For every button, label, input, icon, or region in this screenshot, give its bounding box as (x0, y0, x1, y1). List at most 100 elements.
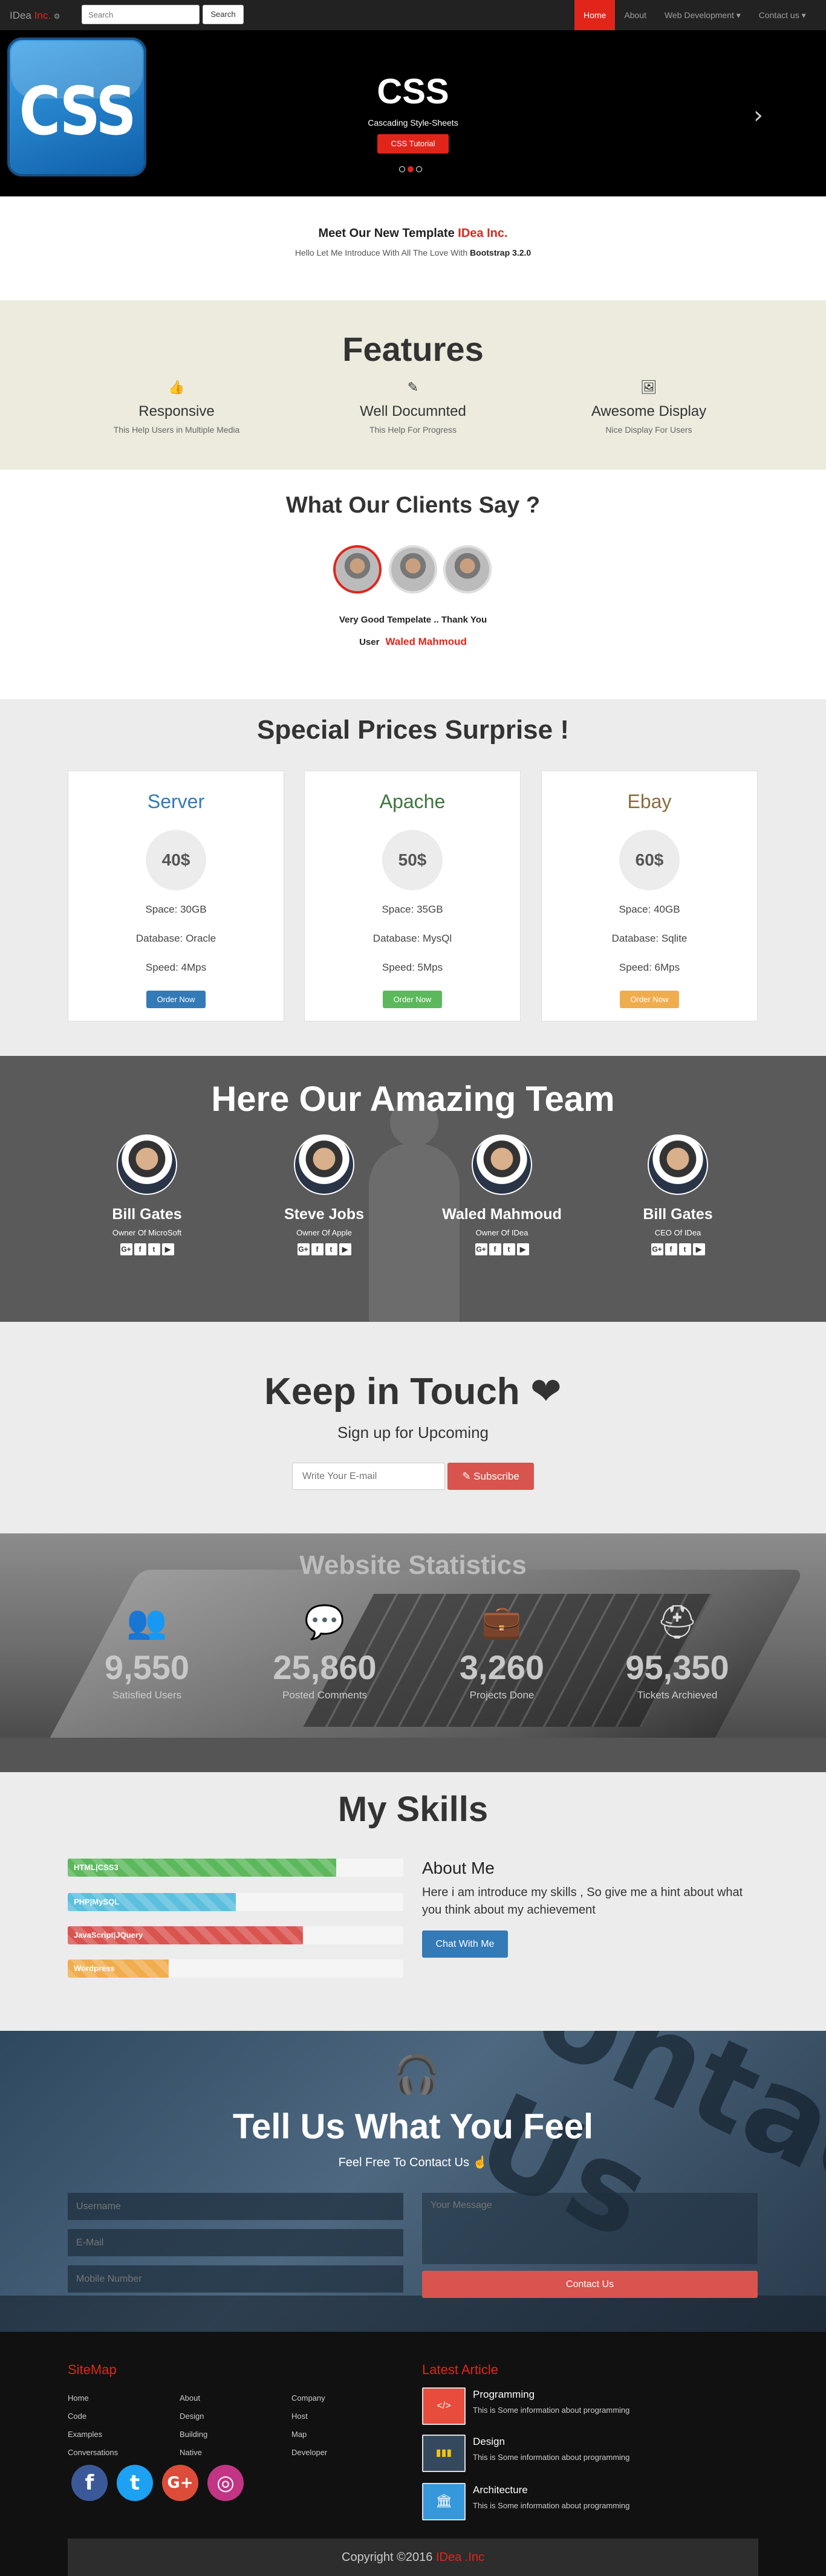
member-role: Owner Of Apple (296, 1228, 352, 1237)
avatar (294, 1134, 354, 1195)
youtube-icon[interactable]: ▶ (516, 1243, 529, 1255)
mobile-number-field[interactable] (68, 2265, 403, 2293)
youtube-icon[interactable]: ▶ (339, 1243, 351, 1255)
facebook-icon[interactable]: f (134, 1243, 146, 1255)
plan-database: Database: Sqlite (611, 933, 688, 944)
footer-link[interactable]: Examples (68, 2430, 118, 2448)
client-avatar[interactable] (389, 545, 437, 594)
plan-database: Database: Oracle (135, 933, 216, 944)
sitemap-title: SiteMap (68, 2362, 117, 2377)
carousel-dot[interactable] (399, 166, 405, 172)
youtube-icon[interactable]: ▶ (161, 1243, 174, 1255)
footer-link[interactable]: Map (291, 2430, 327, 2448)
skill-bar: Wordpress (68, 1960, 403, 1978)
article-item[interactable]: 🏛 Architecture This is Some information … (422, 2483, 785, 2520)
order-now-button[interactable]: Order Now (146, 991, 206, 1008)
stat-item: 💼 3,260 Projects Done (423, 1603, 580, 1701)
footer-link[interactable]: About (180, 2393, 207, 2412)
chevron-right-icon[interactable]: › (753, 102, 763, 129)
skill-bar: HTML|CSS3 (68, 1859, 403, 1877)
facebook-icon[interactable]: f (71, 2465, 108, 2501)
article-title: Design (473, 2436, 505, 2447)
chat-with-me-button[interactable]: Chat With Me (422, 1930, 508, 1958)
email-field[interactable] (292, 1463, 445, 1490)
feature-responsive: 👍 Responsive This Help Users in Multiple… (74, 380, 279, 435)
message-field[interactable] (422, 2193, 758, 2264)
footer-link[interactable]: Company (291, 2393, 327, 2412)
contact-section: ontact Us 🎧 Tell Us What You Feel Feel Fr… (0, 2031, 826, 2332)
twitter-icon[interactable]: t (678, 1243, 691, 1255)
member-role: Owner Of MicroSoft (112, 1228, 182, 1237)
nav-item-home[interactable]: Home (574, 0, 616, 30)
facebook-icon[interactable]: f (665, 1243, 677, 1255)
twitter-icon[interactable]: t (117, 2465, 153, 2501)
navbar: IDea Inc. ⚙ Search Home About Web Develo… (0, 0, 826, 30)
carousel-dot[interactable] (416, 166, 422, 172)
facebook-icon[interactable]: f (311, 1243, 324, 1255)
css-tutorial-button[interactable]: CSS Tutorial (377, 134, 449, 154)
feature-text: This Help Users in Multiple Media (113, 425, 240, 435)
article-item[interactable]: ▮▮▮ Design This is Some information abou… (422, 2435, 785, 2472)
testimonial-author: User Waled Mahmoud (359, 636, 467, 647)
footer-link[interactable]: Developer (291, 2448, 327, 2466)
pricing-card-ebay: Ebay 60$ Space: 40GB Database: Sqlite Sp… (541, 771, 758, 1021)
comments-icon: 💬 (304, 1603, 345, 1641)
newsletter-title: Keep in Touch ❤ (264, 1369, 562, 1413)
email-field[interactable] (68, 2229, 403, 2256)
subscribe-button[interactable]: ✎ Subscribe (447, 1463, 534, 1490)
order-now-button[interactable]: Order Now (382, 991, 443, 1008)
google-plus-icon[interactable]: G+ (651, 1243, 663, 1255)
plan-space: Space: 40GB (619, 904, 680, 915)
team-member: Steve Jobs Owner Of Apple G+ f t ▶ (252, 1134, 397, 1255)
footer-link[interactable]: Native (180, 2448, 207, 2466)
google-plus-icon[interactable]: G+ (475, 1243, 487, 1255)
nav-item-contact[interactable]: Contact us ▾ (750, 0, 815, 30)
facebook-icon[interactable]: f (489, 1243, 501, 1255)
google-plus-icon[interactable]: G+ (162, 2465, 198, 2501)
client-avatar[interactable] (443, 545, 492, 594)
member-name: Bill Gates (112, 1206, 182, 1223)
footer-link[interactable]: Code (68, 2412, 118, 2430)
member-role: CEO Of IDea (654, 1228, 701, 1237)
client-avatar-active[interactable] (333, 545, 382, 594)
search-button[interactable]: Search (203, 5, 244, 24)
feature-title: Awesome Display (591, 403, 707, 419)
search-input[interactable] (82, 5, 200, 24)
sitemap-column: Company Host Map Developer (291, 2393, 327, 2466)
plan-database: Database: MysQl (372, 933, 452, 944)
skill-bar: JavaScript|JQuery (68, 1926, 403, 1944)
carousel-dot-active[interactable] (408, 166, 414, 172)
stat-number: 95,350 (625, 1648, 729, 1686)
twitter-icon[interactable]: t (148, 1243, 160, 1255)
footer-link[interactable]: Building (180, 2430, 207, 2448)
contact-us-button[interactable]: Contact Us (422, 2271, 758, 2298)
footer-link[interactable]: Host (291, 2412, 327, 2430)
article-item[interactable]: </> Programming This is Some information… (422, 2387, 785, 2425)
team-member: Bill Gates Owner Of MicroSoft G+ f t ▶ (74, 1134, 220, 1255)
youtube-icon[interactable]: ▶ (692, 1243, 705, 1255)
google-plus-icon[interactable]: G+ (120, 1243, 132, 1255)
avatar (117, 1134, 177, 1195)
footer-link[interactable]: Home (68, 2393, 118, 2412)
stat-item: ⛑ 95,350 Tickets Archieved (599, 1603, 756, 1701)
username-field[interactable] (68, 2193, 403, 2220)
nav-item-web-development[interactable]: Web Development ▾ (655, 0, 750, 30)
plan-name: Server (147, 791, 205, 812)
footer-link[interactable]: Design (180, 2412, 207, 2430)
skill-bar-fill: HTML|CSS3 (68, 1859, 336, 1877)
nav-item-about[interactable]: About (615, 0, 655, 30)
google-plus-icon[interactable]: G+ (297, 1243, 310, 1255)
plan-price: 50$ (382, 830, 443, 890)
stat-item: 👥 9,550 Satisfied Users (68, 1603, 226, 1701)
about-me-text: Here i am introduce my skills , So give … (422, 1886, 743, 1917)
brand-logo[interactable]: IDea Inc. ⚙ (10, 10, 60, 22)
instagram-icon[interactable]: ◎ (207, 2465, 244, 2501)
plan-name: Apache (379, 791, 446, 812)
footer-link[interactable]: Conversations (68, 2448, 118, 2466)
pricing-card-apache: Apache 50$ Space: 35GB Database: MysQl S… (304, 771, 521, 1021)
twitter-icon[interactable]: t (502, 1243, 515, 1255)
order-now-button[interactable]: Order Now (619, 991, 680, 1008)
avatar (648, 1134, 708, 1195)
stat-number: 25,860 (273, 1648, 377, 1686)
twitter-icon[interactable]: t (325, 1243, 337, 1255)
